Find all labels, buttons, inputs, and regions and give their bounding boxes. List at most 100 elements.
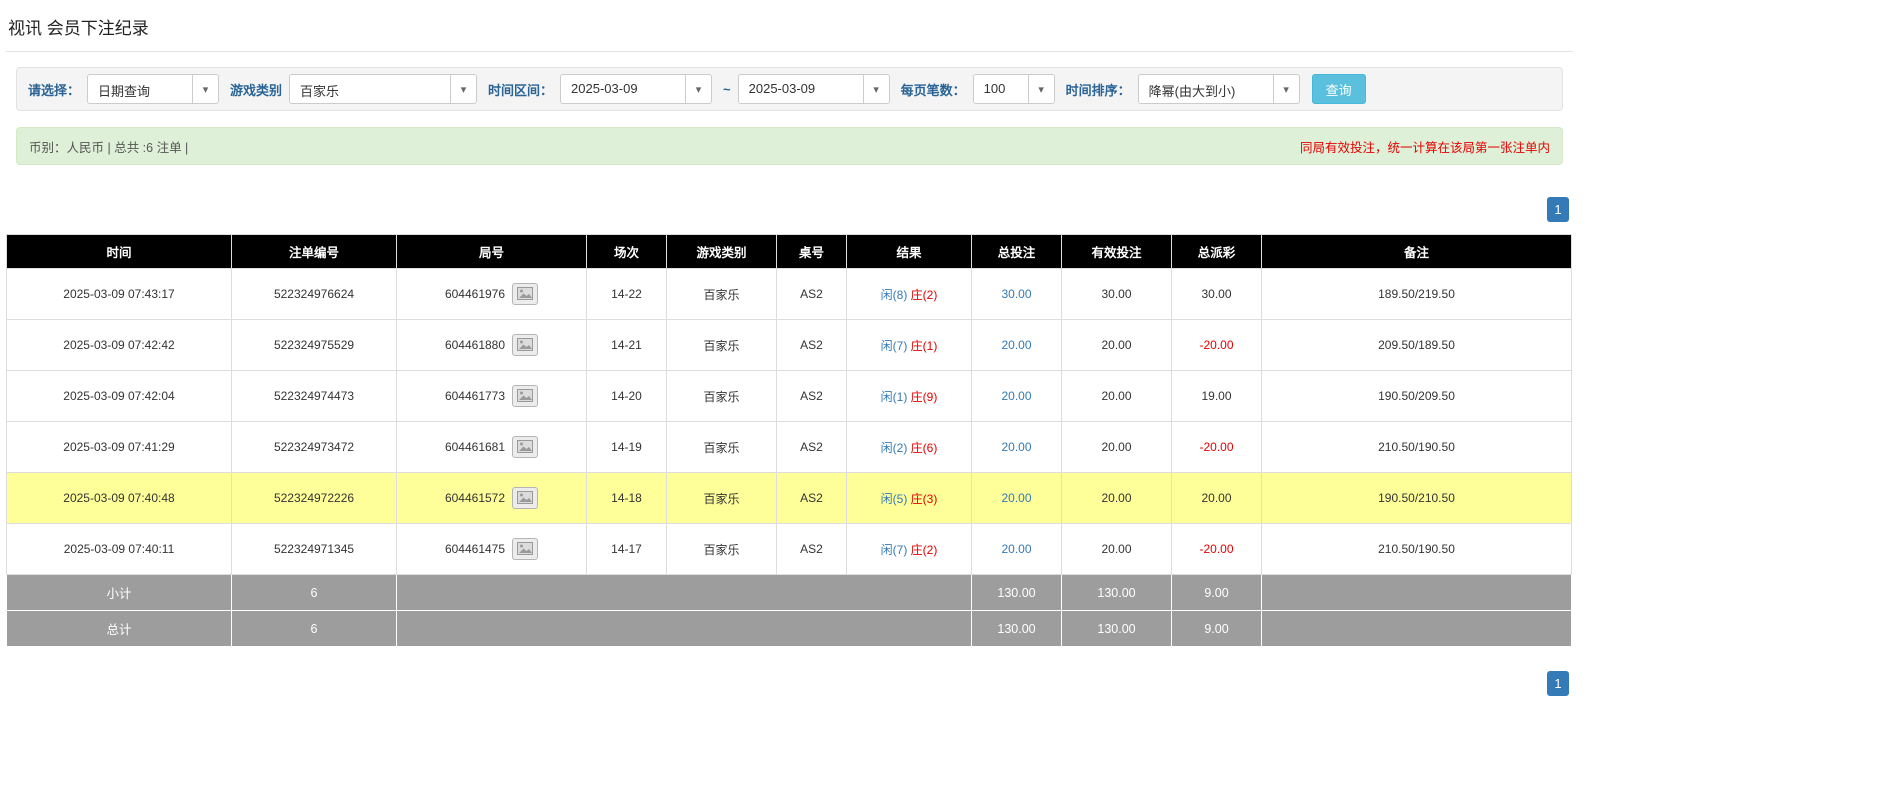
page-size-label: 每页笔数： [900,82,966,98]
cell-time: 2025-03-09 07:40:11 [6,523,232,575]
cell-bet-id: 522324972226 [231,472,397,524]
game-type-value: 百家乐 [300,84,340,99]
cell-round: 604461681 [396,421,587,473]
cell-result: 闲(8) 庄(2) [846,268,972,320]
cell-total-bet: 20.00 [971,523,1062,575]
round-id: 604461880 [444,338,506,352]
cell-round: 604461976 [396,268,587,320]
cell-valid-bet: 20.00 [1061,421,1172,473]
bet-records-table: 时间 注单编号 局号 场次 游戏类别 桌号 结果 总投注 有效投注 总派彩 备注 2025-03-0… [6,234,1572,647]
round-result-image-icon [517,287,534,300]
footer-spacer [396,574,972,611]
table-row: 2025-03-09 07:40:11 522324971345 604461475… [6,523,1572,575]
cell-table-no: AS2 [776,319,847,371]
cell-payout: 19.00 [1171,370,1262,422]
time-sort-select[interactable]: 降幂(由大到小) ▾ [1137,74,1300,104]
cell-table-no: AS2 [776,472,847,524]
date-range-separator: ~ [723,81,731,97]
round-result-image-button[interactable] [512,283,539,305]
chevron-down-icon: ▾ [450,75,476,103]
cell-total-bet: 20.00 [971,319,1062,371]
footer-valid-bet: 130.00 [1061,610,1172,647]
column-header: 注单编号 [231,234,397,269]
cell-payout: -20.00 [1171,319,1262,371]
cell-bet-id: 522324971345 [231,523,397,575]
footer-label: 小计 [6,574,232,611]
total-bet-link[interactable]: 20.00 [1001,440,1031,454]
round-result-image-button[interactable] [512,436,539,458]
column-header: 局号 [396,234,587,269]
result-player: 闲(2) [880,440,908,455]
cell-result: 闲(7) 庄(2) [846,523,972,575]
chevron-down-icon: ▾ [862,75,889,103]
time-sort-value: 降幂(由大到小) [1148,84,1236,99]
footer-valid-bet: 130.00 [1061,574,1172,611]
table-row: 2025-03-09 07:42:42 522324975529 604461880… [6,319,1572,371]
cell-bet-id: 522324973472 [231,421,397,473]
date-from-select[interactable]: 2025-03-09 ▾ [560,74,713,104]
table-body: 2025-03-09 07:43:17 522324976624 604461976… [6,268,1572,647]
cell-round: 604461880 [396,319,587,371]
cell-bet-id: 522324976624 [231,268,397,320]
pagination-page-1[interactable]: 1 [1547,671,1569,696]
cell-valid-bet: 20.00 [1061,370,1172,422]
cell-payout: 20.00 [1171,472,1262,524]
cell-table-no: AS2 [776,268,847,320]
round-result-image-button[interactable] [512,538,539,560]
table-row: 2025-03-09 07:43:17 522324976624 604461976… [6,268,1572,320]
round-result-image-button[interactable] [512,487,539,509]
cell-remark: 190.50/209.50 [1261,370,1572,422]
pagination-bottom: 1 [6,671,1573,696]
total-bet-link[interactable]: 20.00 [1001,389,1031,403]
pagination-page-1[interactable]: 1 [1547,197,1569,222]
total-bet-link[interactable]: 20.00 [1001,491,1031,505]
summary-row: 小计 6 130.00 130.00 9.00 [6,574,1572,611]
cell-time: 2025-03-09 07:42:42 [6,319,232,371]
table-header-row: 时间 注单编号 局号 场次 游戏类别 桌号 结果 总投注 有效投注 总派彩 备注 [6,234,1572,269]
page-size-value: 100 [983,81,1006,96]
column-header: 有效投注 [1061,234,1172,269]
cell-round: 604461475 [396,523,587,575]
summary-row: 总计 6 130.00 130.00 9.00 [6,610,1572,647]
round-result-image-icon [517,338,534,351]
round-result-image-icon [517,389,534,402]
query-type-value: 日期查询 [98,84,151,99]
result-player: 闲(1) [880,389,908,404]
round-id: 604461681 [444,440,506,454]
game-type-select[interactable]: 百家乐 ▾ [289,74,478,104]
total-bet-link[interactable]: 30.00 [1001,287,1031,301]
result-banker: 庄(2) [910,287,938,302]
cell-game-type: 百家乐 [666,472,777,524]
chevron-down-icon: ▾ [1272,75,1299,103]
cell-valid-bet: 30.00 [1061,268,1172,320]
date-range-label: 时间区间： [488,82,554,98]
round-result-image-button[interactable] [512,334,539,356]
round-id: 604461773 [444,389,506,403]
cell-table-no: AS2 [776,523,847,575]
column-header: 游戏类别 [666,234,777,269]
date-to-select[interactable]: 2025-03-09 ▾ [737,74,890,104]
cell-bet-id: 522324975529 [231,319,397,371]
total-bet-link[interactable]: 20.00 [1001,542,1031,556]
table-row: 2025-03-09 07:42:04 522324974473 604461773… [6,370,1572,422]
query-type-select[interactable]: 日期查询 ▾ [87,74,220,104]
footer-remark [1261,574,1572,611]
cell-remark: 210.50/190.50 [1261,421,1572,473]
cell-game-type: 百家乐 [666,268,777,320]
round-id: 604461976 [444,287,506,301]
round-result-image-button[interactable] [512,385,539,407]
cell-valid-bet: 20.00 [1061,319,1172,371]
page-size-select[interactable]: 100 ▾ [972,74,1055,104]
cell-time: 2025-03-09 07:41:29 [6,421,232,473]
cell-bet-id: 522324974473 [231,370,397,422]
search-button[interactable]: 查询 [1311,74,1366,104]
pagination-top: 1 [6,197,1573,222]
page-title: 视讯 会员下注纪录 [6,4,1573,52]
page-container: 视讯 会员下注纪录 请选择： 日期查询 ▾ 游戏类别 百家乐 ▾ 时间区间： 2… [0,0,1577,726]
result-player: 闲(7) [880,338,908,353]
footer-total-bet: 130.00 [971,574,1062,611]
cell-time: 2025-03-09 07:43:17 [6,268,232,320]
round-result-image-icon [517,542,534,555]
footer-remark [1261,610,1572,647]
total-bet-link[interactable]: 20.00 [1001,338,1031,352]
